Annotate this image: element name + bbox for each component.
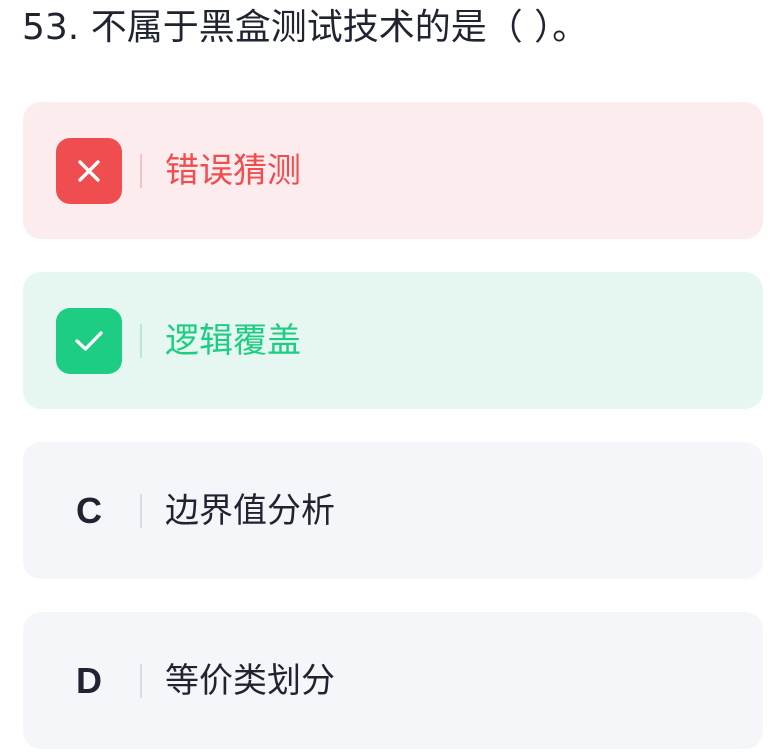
option-label: 错误猜测 [165,151,301,191]
question-title: 53. 不属于黑盒测试技术的是（ ）。 [22,7,589,48]
correct-answer-badge [56,308,122,374]
option-label: 逻辑覆盖 [165,321,301,361]
wrong-answer-badge [56,138,122,204]
option-d[interactable]: D 等价类划分 [23,612,763,749]
close-icon [76,158,102,184]
option-divider [140,664,142,698]
option-letter: C [76,490,102,531]
option-b[interactable]: 逻辑覆盖 [23,272,763,409]
option-divider [140,324,142,358]
option-letter: D [76,660,102,701]
option-divider [140,494,142,528]
options-list: 错误猜测 逻辑覆盖 C 边界值分析 D 等价类划分 [23,102,763,749]
option-label: 边界值分析 [165,491,335,531]
option-c[interactable]: C 边界值分析 [23,442,763,579]
option-a[interactable]: 错误猜测 [23,102,763,239]
check-icon [73,328,105,354]
option-label: 等价类划分 [165,661,335,701]
option-divider [140,154,142,188]
